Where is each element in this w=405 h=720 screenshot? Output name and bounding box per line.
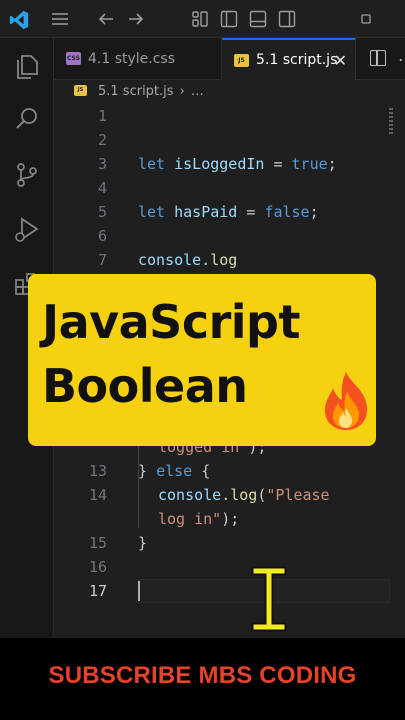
- code-line: let isLoggedIn = true;: [138, 152, 337, 176]
- js-file-icon: JS: [234, 54, 249, 67]
- breadcrumb-symbols[interactable]: …: [191, 84, 204, 99]
- code-line: console.log: [138, 248, 237, 272]
- banner-title-line-1: JavaScript: [42, 295, 300, 349]
- editor-tab-bar: CSS 4.1 style.css JS 5.1 script.js ✕ ⋯: [54, 38, 405, 80]
- line-number: 16: [88, 558, 107, 576]
- toggle-secondary-sidebar-icon[interactable]: [277, 9, 297, 29]
- line-number: 13: [88, 462, 107, 480]
- search-icon[interactable]: [12, 104, 42, 134]
- code-line: }: [138, 531, 147, 555]
- js-file-icon: JS: [74, 85, 87, 96]
- line-number: 14: [88, 486, 107, 504]
- css-file-icon: CSS: [66, 52, 81, 65]
- text-cursor: [138, 581, 140, 601]
- banner-title-line-2: Boolean: [42, 359, 248, 413]
- breadcrumb: JS 5.1 script.js › …: [54, 80, 405, 102]
- code-token: log: [230, 486, 258, 504]
- code-token: log in": [158, 510, 222, 528]
- code-line: console.log("Please: [158, 483, 330, 507]
- code-token: let: [138, 203, 166, 221]
- line-number: 3: [97, 155, 107, 173]
- code-token: true: [291, 155, 328, 173]
- line-number: 6: [97, 227, 107, 245]
- ibeam-cursor-icon: [250, 566, 288, 632]
- code-token: );: [221, 510, 240, 528]
- fire-icon: [318, 370, 374, 432]
- source-control-icon[interactable]: [12, 160, 42, 190]
- more-actions-icon[interactable]: ⋯: [398, 50, 405, 69]
- code-token: console: [138, 251, 202, 269]
- code-token: console: [158, 486, 222, 504]
- code-line: } else {: [138, 459, 210, 483]
- forward-arrow-icon[interactable]: [126, 9, 146, 29]
- subscribe-footer: SUBSCRIBE MBS CODING: [0, 638, 405, 720]
- code-token: let: [138, 155, 166, 173]
- close-icon[interactable]: ✕: [334, 51, 347, 70]
- run-and-debug-icon[interactable]: [12, 214, 42, 244]
- code-token: .: [221, 486, 231, 504]
- tab-style-css[interactable]: CSS 4.1 style.css: [54, 38, 222, 80]
- explorer-icon[interactable]: [12, 52, 42, 82]
- line-number: 4: [97, 179, 107, 197]
- back-arrow-icon[interactable]: [96, 9, 116, 29]
- toggle-sidebar-icon[interactable]: [219, 9, 239, 29]
- code-line: let hasPaid = false;: [138, 200, 319, 224]
- code-token: isLoggedIn: [174, 155, 265, 173]
- indent-guide: [138, 442, 139, 528]
- line-number: 5: [97, 203, 107, 221]
- line-number: 15: [88, 534, 107, 552]
- code-token: }: [138, 462, 148, 480]
- tab-label: 4.1 style.css: [88, 51, 176, 67]
- tab-script-js[interactable]: JS 5.1 script.js ✕: [222, 38, 356, 80]
- minimap[interactable]: [389, 108, 393, 134]
- line-number: 1: [97, 107, 107, 125]
- code-token: hasPaid: [174, 203, 238, 221]
- customize-layout-icon[interactable]: [190, 9, 210, 29]
- tab-label: 5.1 script.js: [256, 52, 338, 68]
- code-token: ;: [327, 155, 337, 173]
- menu-icon[interactable]: [50, 9, 70, 29]
- code-token: false: [264, 203, 310, 221]
- code-token: "Please: [266, 486, 330, 504]
- code-token: .: [201, 251, 211, 269]
- toggle-panel-icon[interactable]: [248, 9, 268, 29]
- subscribe-text: SUBSCRIBE MBS CODING: [48, 662, 357, 689]
- breadcrumb-separator: ›: [179, 83, 185, 99]
- code-token: ;: [309, 203, 319, 221]
- line-number: 2: [97, 131, 107, 149]
- title-banner: JavaScript Boolean: [28, 274, 376, 446]
- line-number-active: 17: [88, 582, 107, 600]
- code-line: log in");: [158, 507, 239, 531]
- code-token: }: [138, 534, 148, 552]
- code-token: {: [201, 462, 211, 480]
- code-token: =: [264, 155, 292, 173]
- restore-window-icon[interactable]: [356, 9, 376, 29]
- breadcrumb-file[interactable]: 5.1 script.js: [98, 84, 174, 99]
- vscode-logo-icon[interactable]: [8, 9, 29, 30]
- code-token: log: [210, 251, 238, 269]
- code-token: =: [237, 203, 265, 221]
- title-bar: [0, 0, 405, 38]
- code-token: else: [156, 462, 193, 480]
- split-editor-icon[interactable]: [370, 50, 386, 66]
- line-number: 7: [97, 251, 107, 269]
